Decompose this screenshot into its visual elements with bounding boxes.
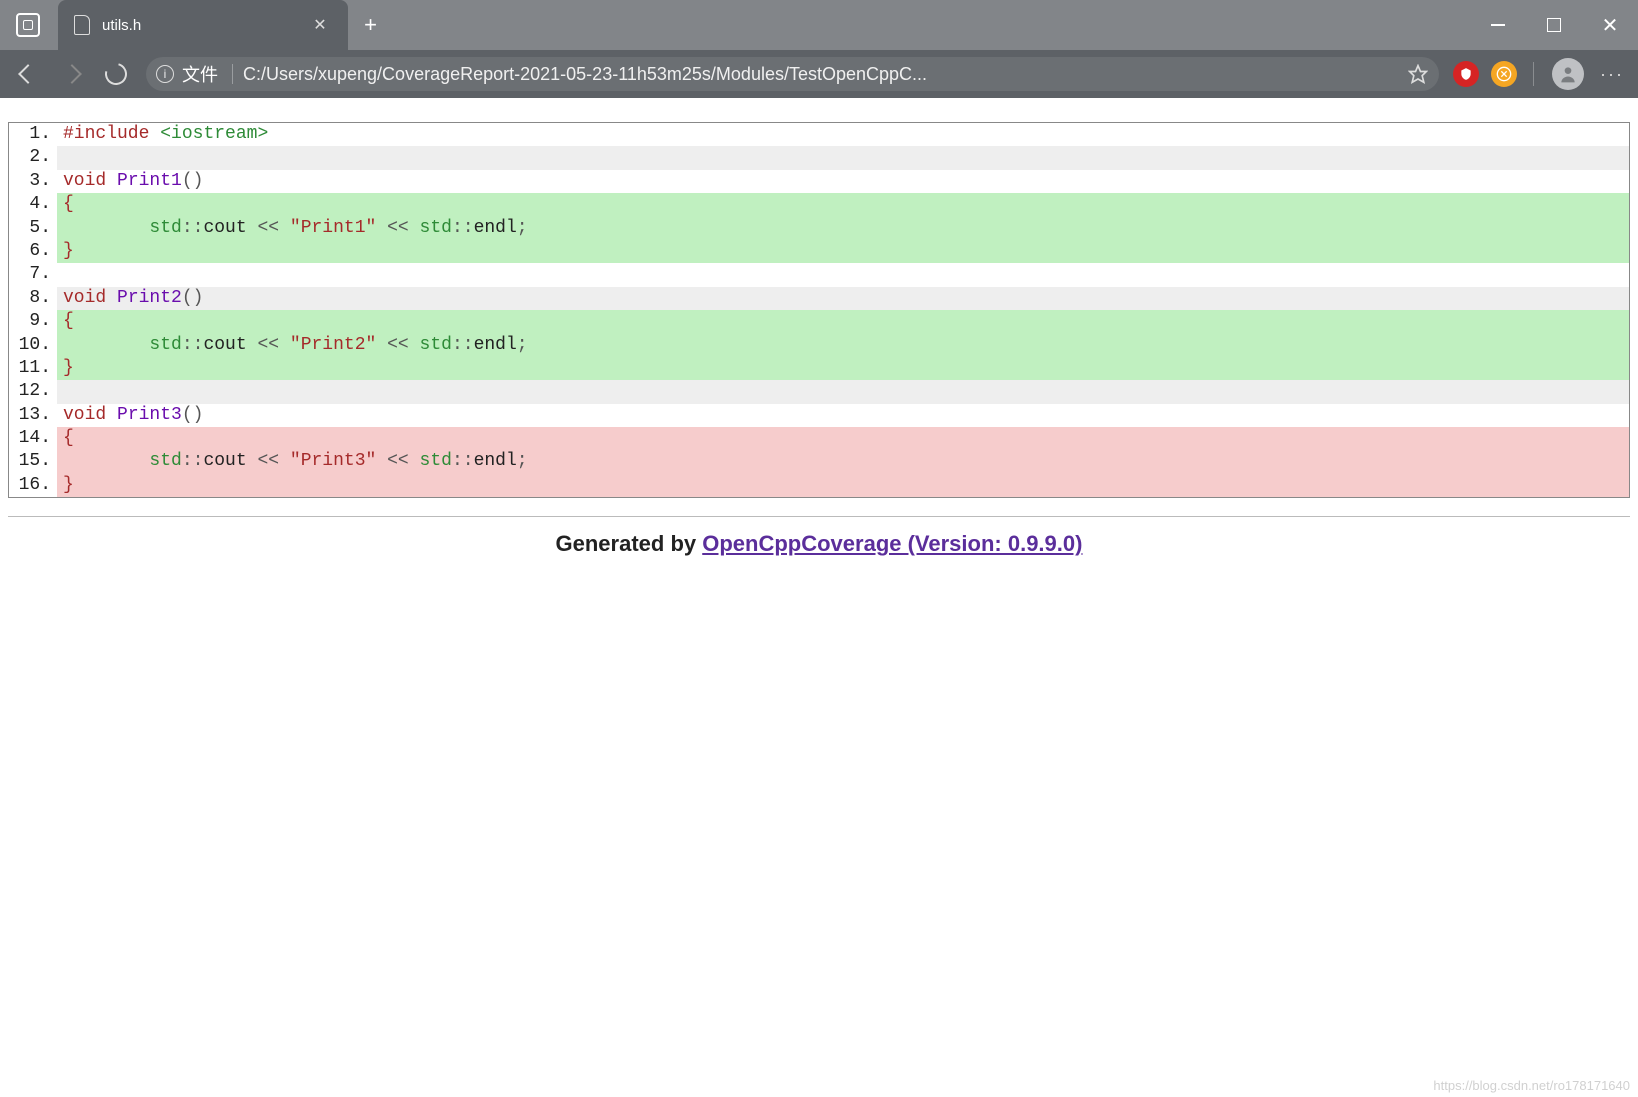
opencppcoverage-link[interactable]: OpenCppCoverage (Version: 0.9.9.0) — [702, 531, 1082, 556]
line-number: 3 — [9, 170, 57, 193]
tab-title: utils.h — [102, 17, 306, 34]
line-number: 14 — [9, 427, 57, 450]
window-close-button[interactable]: ✕ — [1582, 0, 1638, 50]
code-text: } — [57, 357, 1629, 380]
titlebar-drag-region[interactable] — [393, 0, 1470, 50]
line-number: 4 — [9, 193, 57, 216]
horizontal-rule — [8, 516, 1630, 517]
line-number: 15 — [9, 450, 57, 473]
line-number: 6 — [9, 240, 57, 263]
code-line: 12 — [9, 380, 1629, 403]
favorite-button[interactable] — [1407, 63, 1429, 85]
line-number: 11 — [9, 357, 57, 380]
code-line: 4{ — [9, 193, 1629, 216]
url-path: C:/Users/xupeng/CoverageReport-2021-05-2… — [243, 64, 1399, 85]
extension-icon[interactable] — [1491, 61, 1517, 87]
window-titlebar: utils.h ✕ + ✕ — [0, 0, 1638, 50]
code-line: 13void Print3() — [9, 404, 1629, 427]
code-line: 7 — [9, 263, 1629, 286]
code-text: void Print2() — [57, 287, 1629, 310]
code-text: std::cout << "Print1" << std::endl; — [57, 217, 1629, 240]
watermark: https://blog.csdn.net/ro178171640 — [1433, 1078, 1630, 1093]
footer: Generated by OpenCppCoverage (Version: 0… — [8, 523, 1630, 577]
line-number: 7 — [9, 263, 57, 286]
code-line: 5 std::cout << "Print1" << std::endl; — [9, 217, 1629, 240]
code-line: 2 — [9, 146, 1629, 169]
code-text: { — [57, 427, 1629, 450]
nav-forward-button[interactable] — [52, 54, 92, 94]
url-separator — [232, 64, 233, 84]
tab-close-button[interactable]: ✕ — [306, 11, 334, 39]
address-bar[interactable]: i 文件 C:/Users/xupeng/CoverageReport-2021… — [146, 57, 1439, 91]
code-text: } — [57, 474, 1629, 497]
line-number: 2 — [9, 146, 57, 169]
code-text — [57, 380, 1629, 403]
page-content: 1#include <iostream>2 3void Print1()4{5 … — [0, 98, 1638, 1097]
code-text: #include <iostream> — [57, 123, 1629, 146]
code-line: 10 std::cout << "Print2" << std::endl; — [9, 334, 1629, 357]
line-number: 9 — [9, 310, 57, 333]
nav-reload-button[interactable] — [96, 54, 136, 94]
code-text — [57, 146, 1629, 169]
code-line: 3void Print1() — [9, 170, 1629, 193]
code-line: 1#include <iostream> — [9, 123, 1629, 146]
code-listing: 1#include <iostream>2 3void Print1()4{5 … — [8, 122, 1630, 498]
code-text: std::cout << "Print3" << std::endl; — [57, 450, 1629, 473]
line-number: 10 — [9, 334, 57, 357]
code-text: { — [57, 193, 1629, 216]
code-text: { — [57, 310, 1629, 333]
code-text: void Print1() — [57, 170, 1629, 193]
browser-menu-button[interactable]: ··· — [1594, 56, 1630, 92]
site-info-icon[interactable]: i — [156, 65, 174, 83]
profile-avatar[interactable] — [1552, 58, 1584, 90]
line-number: 13 — [9, 404, 57, 427]
footer-prefix: Generated by — [556, 531, 703, 556]
code-text: std::cout << "Print2" << std::endl; — [57, 334, 1629, 357]
code-line: 16} — [9, 474, 1629, 497]
file-icon — [74, 15, 90, 35]
extension-adblock-icon[interactable] — [1453, 61, 1479, 87]
app-icon — [16, 13, 40, 37]
app-menu-button[interactable] — [0, 0, 56, 50]
line-number: 1 — [9, 123, 57, 146]
browser-toolbar: i 文件 C:/Users/xupeng/CoverageReport-2021… — [0, 50, 1638, 98]
code-line: 8void Print2() — [9, 287, 1629, 310]
code-text: } — [57, 240, 1629, 263]
line-number: 12 — [9, 380, 57, 403]
window-minimize-button[interactable] — [1470, 0, 1526, 50]
code-line: 11} — [9, 357, 1629, 380]
window-maximize-button[interactable] — [1526, 0, 1582, 50]
code-line: 15 std::cout << "Print3" << std::endl; — [9, 450, 1629, 473]
code-line: 6} — [9, 240, 1629, 263]
code-text — [57, 263, 1629, 286]
line-number: 5 — [9, 217, 57, 240]
line-number: 16 — [9, 474, 57, 497]
url-scheme-label: 文件 — [182, 61, 218, 87]
code-line: 9{ — [9, 310, 1629, 333]
new-tab-button[interactable]: + — [348, 0, 393, 50]
code-line: 14{ — [9, 427, 1629, 450]
line-number: 8 — [9, 287, 57, 310]
code-text: void Print3() — [57, 404, 1629, 427]
toolbar-separator — [1533, 62, 1534, 86]
browser-tab[interactable]: utils.h ✕ — [58, 0, 348, 50]
nav-back-button[interactable] — [8, 54, 48, 94]
